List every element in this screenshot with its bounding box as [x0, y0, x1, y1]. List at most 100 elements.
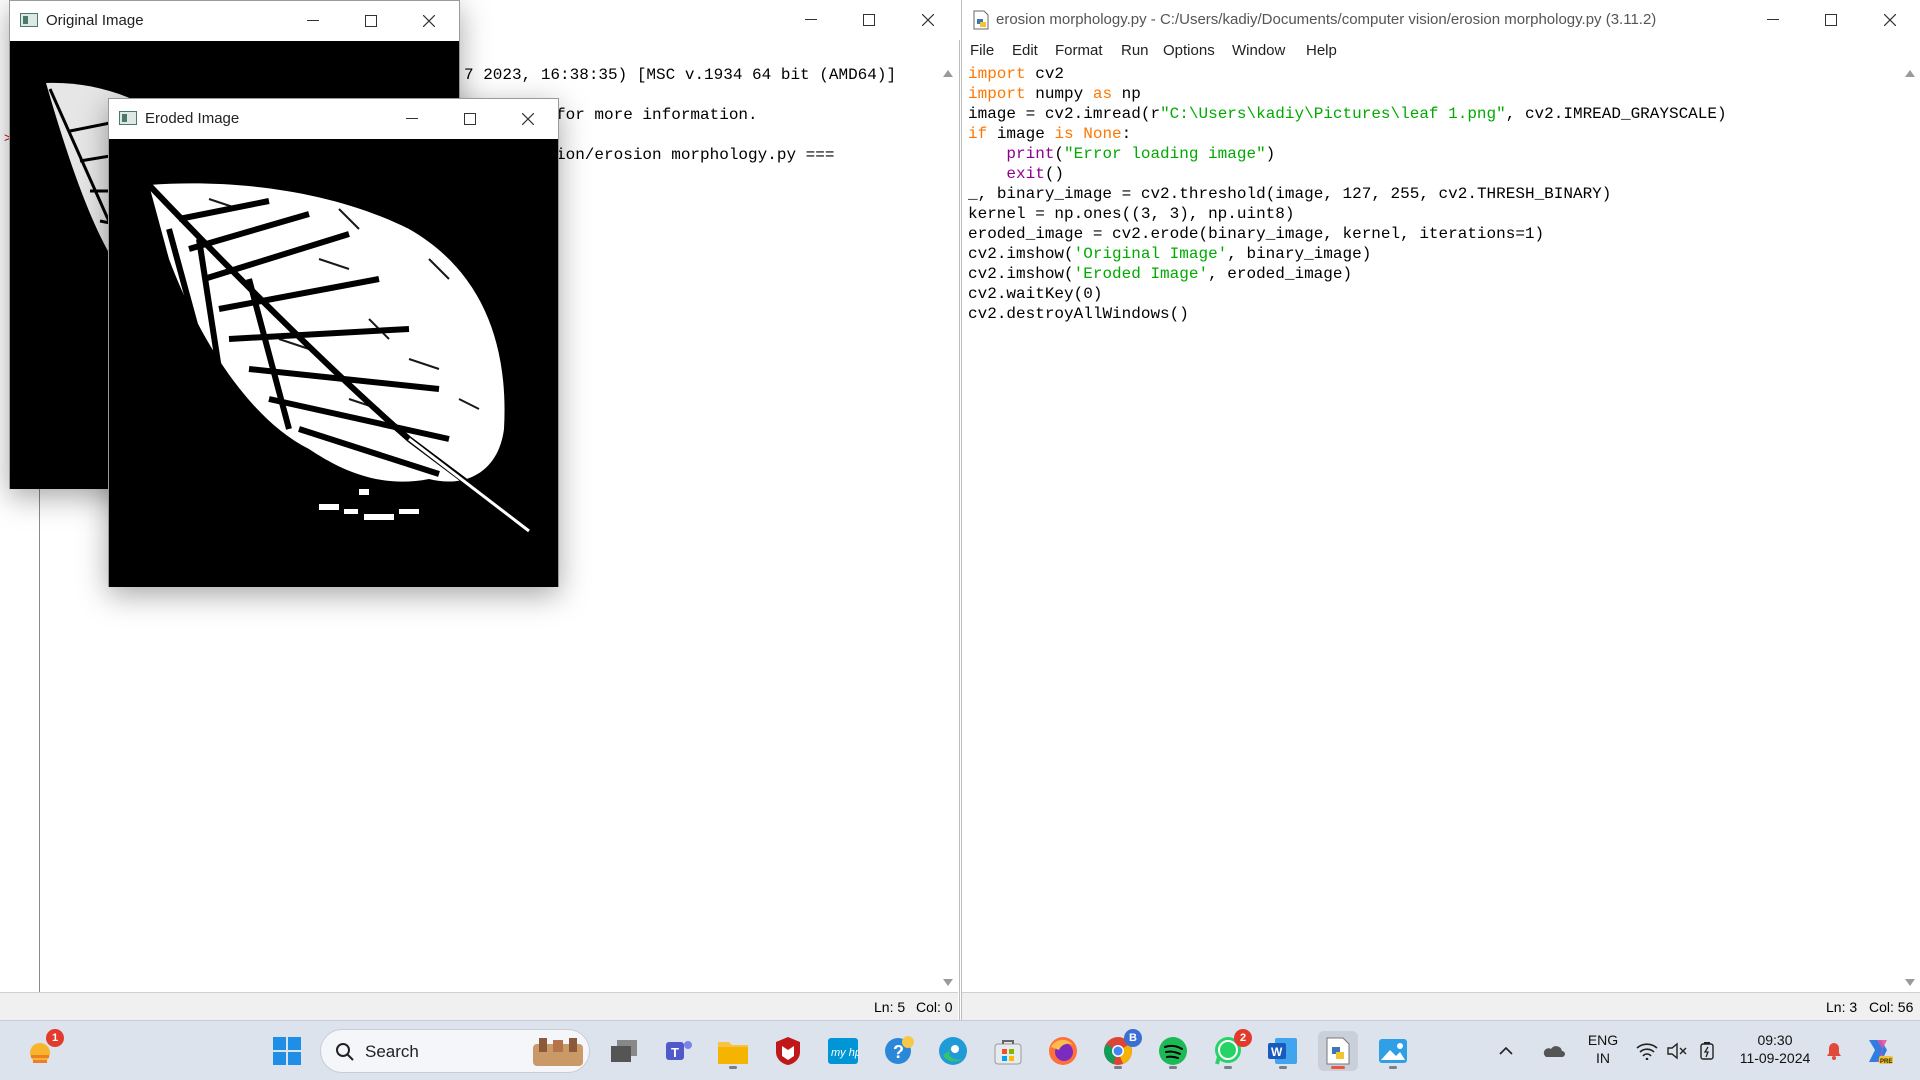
battery-icon[interactable]	[1692, 1031, 1722, 1071]
svg-text:PRE: PRE	[1880, 1059, 1892, 1065]
menu-format[interactable]: Format	[1055, 42, 1103, 59]
close-button[interactable]	[505, 99, 551, 139]
close-button[interactable]	[905, 0, 951, 40]
original-window-title: Original Image	[46, 12, 144, 29]
file-explorer-icon[interactable]	[713, 1031, 753, 1071]
editor-titlebar[interactable]: erosion morphology.py - C:/Users/kadiy/D…	[962, 0, 1920, 40]
search-highlight-icon	[533, 1038, 583, 1066]
opencv-window-icon	[119, 111, 137, 125]
menu-file[interactable]: File	[970, 42, 994, 59]
task-view-icon[interactable]	[604, 1031, 644, 1071]
line-indicator: Ln: 3	[1826, 999, 1858, 1015]
code-line[interactable]: print("Error loading image")	[968, 144, 1727, 164]
minimize-button[interactable]	[1750, 0, 1796, 40]
close-button[interactable]	[406, 1, 452, 41]
editor-scrollbar[interactable]	[1902, 64, 1918, 992]
original-titlebar[interactable]: Original Image	[10, 1, 459, 41]
chrome-icon[interactable]: B	[1098, 1029, 1142, 1071]
clock-time: 09:30	[1757, 1032, 1793, 1048]
copilot-icon[interactable]: PRE	[1858, 1031, 1898, 1071]
running-indicator	[1169, 1066, 1177, 1069]
scroll-down-icon[interactable]	[1905, 979, 1915, 986]
shell-scrollbar[interactable]	[940, 64, 956, 992]
editor-menubar: File Edit Format Run Options Window Help	[962, 40, 1920, 64]
word-icon[interactable]: W	[1263, 1031, 1303, 1071]
editor-title: erosion morphology.py - C:/Users/kadiy/D…	[996, 11, 1657, 28]
running-indicator	[1389, 1066, 1397, 1069]
code-line[interactable]: cv2.imshow('Eroded Image', eroded_image)	[968, 264, 1727, 284]
code-line[interactable]: kernel = np.ones((3, 3), np.uint8)	[968, 204, 1727, 224]
shell-line: ion/erosion morphology.py ===	[556, 146, 835, 164]
myhp-icon[interactable]: my hp	[823, 1031, 863, 1071]
code-line[interactable]: eroded_image = cv2.erode(binary_image, k…	[968, 224, 1727, 244]
firefox-icon[interactable]	[1043, 1031, 1083, 1071]
svg-text:?: ?	[893, 1042, 904, 1062]
minimize-button[interactable]	[290, 1, 336, 41]
shell-line: 7 2023, 16:38:35) [MSC v.1934 64 bit (AM…	[464, 66, 897, 84]
code-line[interactable]: import numpy as np	[968, 84, 1727, 104]
code-line[interactable]: cv2.imshow('Original Image', binary_imag…	[968, 244, 1727, 264]
spotify-icon[interactable]	[1153, 1031, 1193, 1071]
editor-statusbar: Ln: 3 Col: 56	[962, 992, 1920, 1020]
onedrive-icon[interactable]	[1538, 1031, 1568, 1071]
windows-start-icon[interactable]	[267, 1031, 307, 1071]
teams-icon[interactable]: T	[659, 1031, 699, 1071]
svg-text:T: T	[671, 1045, 679, 1060]
idle-editor-window: erosion morphology.py - C:/Users/kadiy/D…	[961, 0, 1920, 1020]
scroll-up-icon[interactable]	[943, 70, 953, 77]
code-line[interactable]: if image is None:	[968, 124, 1727, 144]
menu-run[interactable]: Run	[1121, 42, 1149, 59]
running-indicator	[1114, 1066, 1122, 1069]
eroded-titlebar[interactable]: Eroded Image	[109, 99, 558, 139]
clock-date: 11-09-2024	[1739, 1050, 1811, 1066]
code-line[interactable]: image = cv2.imread(r"C:\Users\kadiy\Pict…	[968, 104, 1727, 124]
scroll-up-icon[interactable]	[1905, 70, 1915, 77]
chevron-up-icon[interactable]	[1492, 1031, 1520, 1071]
running-indicator	[1279, 1066, 1287, 1069]
code-line[interactable]: _, binary_image = cv2.threshold(image, 1…	[968, 184, 1727, 204]
code-text[interactable]: import cv2 import numpy as np image = cv2.…	[968, 64, 1727, 324]
clock[interactable]: 09:30 11-09-2024	[1732, 1031, 1818, 1067]
language-indicator[interactable]: ENG IN	[1580, 1031, 1626, 1067]
weather-badge: 1	[46, 1029, 64, 1047]
close-button[interactable]	[1867, 0, 1913, 40]
code-line[interactable]: import cv2	[968, 64, 1727, 84]
minimize-button[interactable]	[389, 99, 435, 139]
running-indicator	[1224, 1066, 1232, 1069]
weather-icon[interactable]: 1	[20, 1029, 64, 1071]
code-line[interactable]: cv2.destroyAllWindows()	[968, 304, 1727, 324]
svg-text:W: W	[1271, 1045, 1283, 1059]
maximize-button[interactable]	[846, 0, 892, 40]
minimize-button[interactable]	[788, 0, 834, 40]
menu-help[interactable]: Help	[1306, 42, 1337, 59]
code-line[interactable]: exit()	[968, 164, 1727, 184]
maximize-button[interactable]	[348, 1, 394, 41]
whatsapp-badge: 2	[1234, 1029, 1252, 1047]
notification-bell-icon[interactable]	[1818, 1031, 1850, 1071]
menu-options[interactable]: Options	[1163, 42, 1215, 59]
eroded-image-window: Eroded Image	[108, 98, 559, 587]
photos-icon[interactable]	[1373, 1031, 1413, 1071]
line-indicator: Ln: 5	[874, 999, 906, 1015]
whatsapp-icon[interactable]: 2	[1208, 1029, 1252, 1071]
maximize-button[interactable]	[447, 99, 493, 139]
edge-icon[interactable]	[933, 1031, 973, 1071]
eroded-window-title: Eroded Image	[145, 110, 240, 127]
mcafee-icon[interactable]	[768, 1031, 808, 1071]
search-icon	[336, 1043, 354, 1061]
language-label: ENG	[1587, 1032, 1619, 1048]
menu-window[interactable]: Window	[1232, 42, 1285, 59]
eroded-image-canvas	[109, 139, 558, 587]
python-idle-icon[interactable]	[1318, 1031, 1358, 1071]
running-indicator	[729, 1066, 737, 1069]
store-icon[interactable]	[988, 1031, 1028, 1071]
taskbar-search-box[interactable]: Search	[320, 1029, 590, 1073]
speaker-muted-icon[interactable]	[1662, 1031, 1692, 1071]
opencv-window-icon	[20, 13, 38, 27]
scroll-down-icon[interactable]	[943, 979, 953, 986]
menu-edit[interactable]: Edit	[1012, 42, 1038, 59]
help-icon[interactable]: ?	[878, 1031, 918, 1071]
code-line[interactable]: cv2.waitKey(0)	[968, 284, 1727, 304]
maximize-button[interactable]	[1808, 0, 1854, 40]
wifi-icon[interactable]	[1632, 1031, 1662, 1071]
